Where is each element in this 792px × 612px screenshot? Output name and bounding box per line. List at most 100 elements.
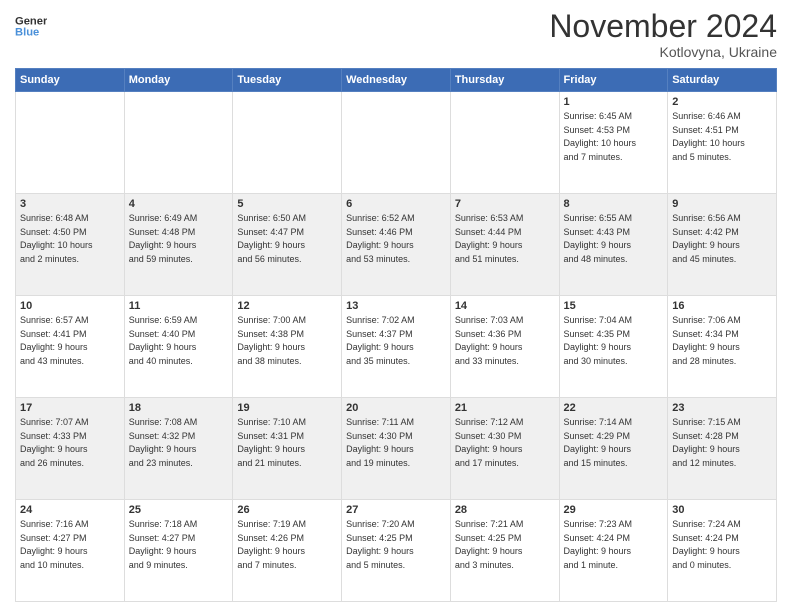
calendar-cell: 24Sunrise: 7:16 AMSunset: 4:27 PMDayligh… [16, 500, 125, 602]
day-info-line: Daylight: 9 hours [564, 240, 632, 250]
calendar-cell: 11 Sunrise: 6:59 AMSunset: 4:40 PMDayligh… [124, 296, 233, 398]
day-info-line: and 48 minutes. [564, 254, 628, 264]
calendar-cell: 2Sunrise: 6:46 AMSunset: 4:51 PMDaylight… [668, 92, 777, 194]
day-info-line: Sunrise: 6:48 AM [20, 213, 89, 223]
day-info: Sunrise: 7:03 AMSunset: 4:36 PMDaylight:… [455, 314, 555, 368]
calendar-cell: 12Sunrise: 7:00 AMSunset: 4:38 PMDayligh… [233, 296, 342, 398]
day-number: 11 [129, 300, 229, 312]
day-number: 29 [564, 504, 664, 516]
header-sunday: Sunday [16, 69, 125, 92]
day-info-line: Sunrise: 7:20 AM [346, 519, 415, 529]
day-info-line: Daylight: 9 hours [455, 342, 523, 352]
title-block: November 2024 Kotlovyna, Ukraine [549, 10, 777, 60]
calendar-cell: 10Sunrise: 6:57 AMSunset: 4:41 PMDayligh… [16, 296, 125, 398]
day-info: Sunrise: 7:04 AMSunset: 4:35 PMDaylight:… [564, 314, 664, 368]
logo: General Blue [15, 10, 47, 42]
day-info: Sunrise: 6:46 AMSunset: 4:51 PMDaylight:… [672, 110, 772, 164]
day-number: 21 [455, 402, 555, 414]
day-info-line: Sunrise: 6:55 AM [564, 213, 633, 223]
calendar-cell: 30Sunrise: 7:24 AMSunset: 4:24 PMDayligh… [668, 500, 777, 602]
day-info-line: Sunrise: 6:52 AM [346, 213, 415, 223]
day-info-line: Daylight: 9 hours [672, 444, 740, 454]
calendar-cell: 8Sunrise: 6:55 AMSunset: 4:43 PMDaylight… [559, 194, 668, 296]
calendar-cell: 27Sunrise: 7:20 AMSunset: 4:25 PMDayligh… [342, 500, 451, 602]
day-info-line: Sunset: 4:37 PM [346, 329, 413, 339]
day-info-line: Sunset: 4:53 PM [564, 125, 631, 135]
day-info-line: Sunset: 4:27 PM [129, 533, 196, 543]
day-info-line: Sunset: 4:24 PM [564, 533, 631, 543]
day-info-line: Daylight: 9 hours [129, 342, 197, 352]
day-info-line: and 38 minutes. [237, 356, 301, 366]
day-info-line: Sunrise: 7:06 AM [672, 315, 741, 325]
day-info-line: and 53 minutes. [346, 254, 410, 264]
day-number: 27 [346, 504, 446, 516]
day-number: 16 [672, 300, 772, 312]
day-info: Sunrise: 7:06 AMSunset: 4:34 PMDaylight:… [672, 314, 772, 368]
day-info-line: Sunset: 4:38 PM [237, 329, 304, 339]
day-info-line: Daylight: 9 hours [564, 342, 632, 352]
header-saturday: Saturday [668, 69, 777, 92]
day-info-line: Sunrise: 6:46 AM [672, 111, 741, 121]
day-info-line: Sunrise: 7:21 AM [455, 519, 524, 529]
day-info-line: Daylight: 9 hours [237, 444, 305, 454]
day-info-line: and 12 minutes. [672, 458, 736, 468]
day-info-line: Sunset: 4:41 PM [20, 329, 87, 339]
day-info-line: Sunrise: 6:57 AM [20, 315, 89, 325]
day-info-line: Daylight: 9 hours [455, 444, 523, 454]
day-info-line: and 10 minutes. [20, 560, 84, 570]
calendar-cell: 20 Sunrise: 7:11 AMSunset: 4:30 PMDayligh… [342, 398, 451, 500]
day-info-line: Daylight: 10 hours [564, 138, 637, 148]
day-number: 22 [564, 402, 664, 414]
calendar-cell: 6Sunrise: 6:52 AMSunset: 4:46 PMDaylight… [342, 194, 451, 296]
day-info-line: and 30 minutes. [564, 356, 628, 366]
day-info: Sunrise: 7:07 AMSunset: 4:33 PMDaylight:… [20, 416, 120, 470]
calendar-cell [124, 92, 233, 194]
day-info-line: Sunset: 4:29 PM [564, 431, 631, 441]
day-info-line: Sunset: 4:30 PM [455, 431, 522, 441]
header-thursday: Thursday [450, 69, 559, 92]
calendar-cell: 9Sunrise: 6:56 AMSunset: 4:42 PMDaylight… [668, 194, 777, 296]
header-wednesday: Wednesday [342, 69, 451, 92]
day-info-line: Sunrise: 7:02 AM [346, 315, 415, 325]
week-row-1: 1Sunrise: 6:45 AMSunset: 4:53 PMDaylight… [16, 92, 777, 194]
day-info: Sunrise: 7:12 AMSunset: 4:30 PMDaylight:… [455, 416, 555, 470]
day-info-line: Daylight: 9 hours [346, 240, 414, 250]
day-number: 26 [237, 504, 337, 516]
calendar-cell [16, 92, 125, 194]
day-info-line: Sunrise: 7:11 AM [346, 417, 414, 427]
day-number: 15 [564, 300, 664, 312]
day-info-line: Daylight: 9 hours [455, 240, 523, 250]
day-info: Sunrise: 7:14 AMSunset: 4:29 PMDaylight:… [564, 416, 664, 470]
calendar-cell: 18Sunrise: 7:08 AMSunset: 4:32 PMDayligh… [124, 398, 233, 500]
calendar-cell: 15 Sunrise: 7:04 AMSunset: 4:35 PMDayligh… [559, 296, 668, 398]
header: General Blue November 2024 Kotlovyna, Uk… [15, 10, 777, 60]
day-info-line: and 5 minutes. [346, 560, 405, 570]
day-info-line: and 7 minutes. [564, 152, 623, 162]
day-info-line: Sunrise: 7:15 AM [672, 417, 741, 427]
day-info-line: Sunset: 4:27 PM [20, 533, 87, 543]
day-number: 12 [237, 300, 337, 312]
calendar-cell: 7Sunrise: 6:53 AMSunset: 4:44 PMDaylight… [450, 194, 559, 296]
day-info: Sunrise: 6:56 AMSunset: 4:42 PMDaylight:… [672, 212, 772, 266]
day-number: 17 [20, 402, 120, 414]
day-info: Sunrise: 7:11 AMSunset: 4:30 PMDaylight:… [346, 416, 446, 470]
header-tuesday: Tuesday [233, 69, 342, 92]
day-number: 30 [672, 504, 772, 516]
day-info: Sunrise: 6:59 AMSunset: 4:40 PMDaylight:… [129, 314, 229, 368]
calendar-cell [450, 92, 559, 194]
day-info: Sunrise: 7:02 AMSunset: 4:37 PMDaylight:… [346, 314, 446, 368]
day-number: 1 [564, 96, 664, 108]
day-info-line: Daylight: 9 hours [129, 444, 197, 454]
calendar-cell: 13Sunrise: 7:02 AMSunset: 4:37 PMDayligh… [342, 296, 451, 398]
day-info-line: and 2 minutes. [20, 254, 79, 264]
calendar-cell: 23Sunrise: 7:15 AMSunset: 4:28 PMDayligh… [668, 398, 777, 500]
day-number: 23 [672, 402, 772, 414]
day-info-line: Sunset: 4:51 PM [672, 125, 739, 135]
day-number: 5 [237, 198, 337, 210]
day-number: 20 [346, 402, 446, 414]
day-info-line: and 28 minutes. [672, 356, 736, 366]
day-info-line: Daylight: 9 hours [564, 546, 632, 556]
day-info-line: Sunrise: 6:49 AM [129, 213, 198, 223]
day-info-line: Sunrise: 7:07 AM [20, 417, 89, 427]
day-info: Sunrise: 7:21 AMSunset: 4:25 PMDaylight:… [455, 518, 555, 572]
